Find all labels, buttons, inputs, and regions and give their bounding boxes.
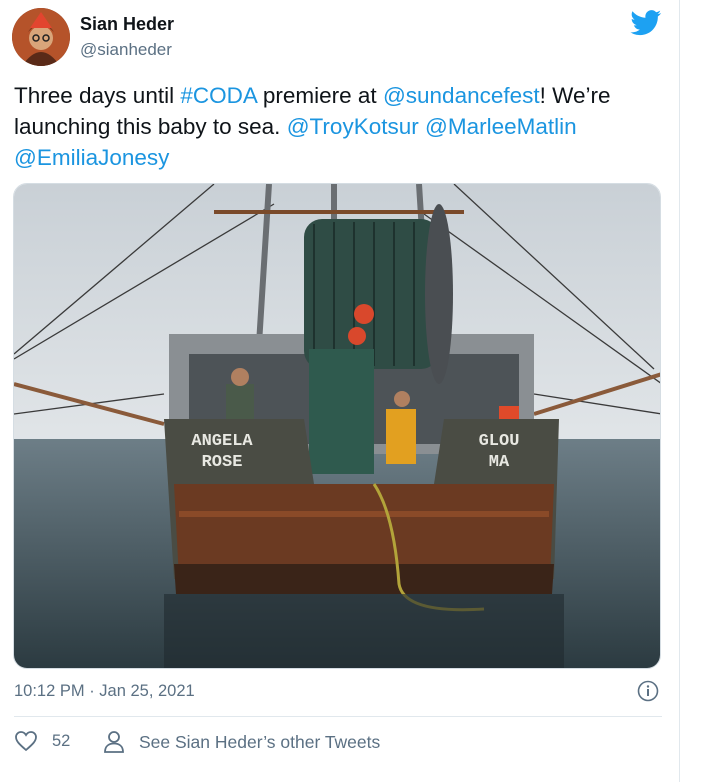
mention-link-sundancefest[interactable]: @sundancefest [383, 83, 540, 108]
avatar[interactable] [12, 8, 70, 66]
tweet-card: Sian Heder @sianheder Three days until #… [0, 0, 680, 782]
mention-link-marleematlin[interactable]: @MarleeMatlin [425, 114, 577, 139]
mention-link-troykotsur[interactable]: @TroyKotsur [287, 114, 419, 139]
hull-port-line2: MA [489, 453, 510, 472]
hull-name-line2: ROSE [202, 453, 243, 472]
hull-port-line1: GLOU [479, 432, 520, 451]
twitter-bird-icon[interactable] [630, 10, 662, 36]
hashtag-link[interactable]: #CODA [180, 83, 256, 108]
divider [14, 716, 662, 717]
heart-icon [15, 731, 37, 752]
tweet-text-part: Three days until [14, 83, 181, 108]
like-button[interactable]: 52 [14, 730, 70, 752]
see-other-tweets-label: See Sian Heder’s other Tweets [139, 731, 381, 752]
mention-link-emiliajonesy[interactable]: @EmiliaJonesy [14, 145, 169, 170]
author-name[interactable]: Sian Heder [80, 14, 174, 35]
hull-name-line1: ANGELA [191, 432, 253, 451]
tweet-text: Three days until #CODA premiere at @sund… [14, 80, 664, 173]
tweet-timestamp[interactable]: 10:12 PM · Jan 25, 2021 [14, 682, 195, 701]
see-other-tweets-link[interactable]: See Sian Heder’s other Tweets [103, 730, 380, 754]
tweet-photo[interactable]: ANGELA ROSE GLOU MA [13, 183, 661, 669]
tweet-text-part: premiere at [256, 83, 383, 108]
info-icon[interactable] [637, 680, 659, 702]
like-count: 52 [52, 731, 71, 750]
author-handle[interactable]: @sianheder [80, 40, 172, 60]
person-icon [104, 731, 124, 753]
